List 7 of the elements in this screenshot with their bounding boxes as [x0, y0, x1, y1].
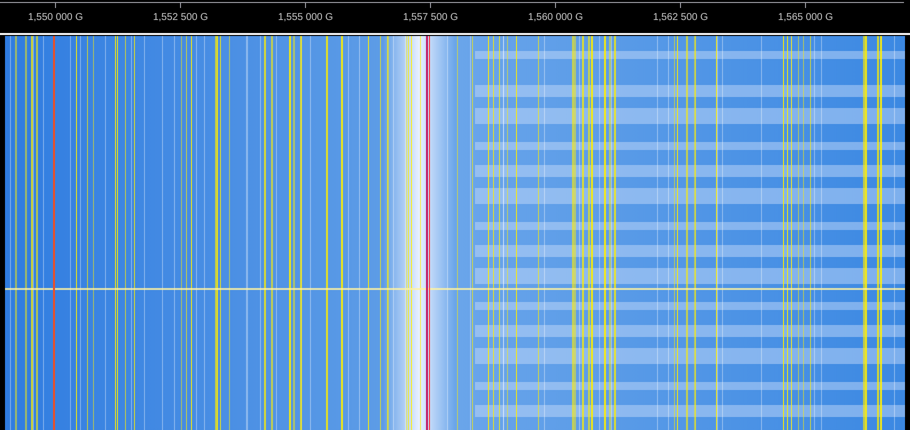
axis-label: 1,565 000 G	[778, 12, 834, 23]
axis-label: 1,557 500 G	[402, 12, 458, 23]
axis-label: 1,560 000 G	[528, 12, 584, 23]
axis-label: 1,555 000 G	[278, 12, 334, 23]
axis-label: 1,552 500 G	[152, 12, 208, 23]
axis-label: 1,550 000 G	[28, 12, 84, 23]
axis-label: 1,562 500 G	[652, 12, 708, 23]
